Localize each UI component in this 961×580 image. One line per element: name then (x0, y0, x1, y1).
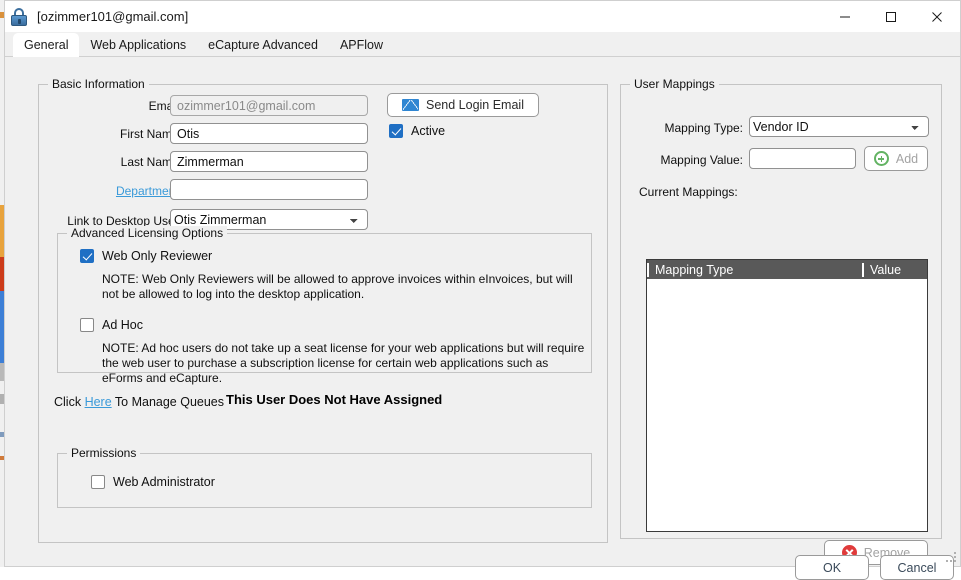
title-bar: [ozimmer101@gmail.com] (5, 1, 960, 32)
manage-queues-prefix: Click (54, 395, 85, 409)
add-mapping-button[interactable]: Add (864, 146, 928, 171)
first-name-field[interactable] (170, 123, 368, 144)
envelope-icon (402, 99, 419, 111)
close-icon[interactable] (914, 1, 960, 32)
queues-status-text: This User Does Not Have Assigned Queues (226, 392, 443, 407)
permissions-group: Permissions Web Administrator (57, 446, 592, 508)
permissions-title: Permissions (67, 446, 141, 460)
window-controls (822, 1, 960, 32)
active-checkbox-row[interactable]: Active (389, 124, 445, 138)
mapping-type-label: Mapping Type: (664, 121, 744, 135)
send-login-email-label: Send Login Email (426, 98, 524, 112)
email-label: Email: (148, 99, 182, 113)
department-field[interactable] (170, 179, 368, 200)
ok-button[interactable]: OK (795, 555, 869, 580)
basic-information-group: Basic Information Email: First Name: Las… (38, 77, 608, 543)
user-mappings-title: User Mappings (630, 77, 719, 91)
mappings-table-header: Mapping Type Value (647, 260, 927, 279)
web-administrator-checkbox-row[interactable]: Web Administrator (91, 475, 215, 489)
ad-hoc-note: NOTE: Ad hoc users do not take up a seat… (102, 341, 585, 385)
mapping-type-select[interactable]: Vendor ID (749, 116, 929, 137)
manage-queues-line: Click Here To Manage Queues (54, 395, 224, 409)
ad-hoc-label: Ad Hoc (102, 318, 143, 332)
cancel-button[interactable]: Cancel (880, 555, 954, 580)
manage-queues-link[interactable]: Here (85, 395, 112, 409)
web-administrator-checkbox[interactable] (91, 475, 105, 489)
mapping-value-label: Mapping Value: (660, 153, 744, 167)
last-name-field[interactable] (170, 151, 368, 172)
tab-ecapture-advanced[interactable]: eCapture Advanced (197, 33, 329, 57)
user-properties-window: [ozimmer101@gmail.com] General Web Appli… (4, 0, 961, 580)
mapping-value-field[interactable] (749, 148, 856, 169)
tab-general[interactable]: General (13, 33, 80, 57)
send-login-email-button[interactable]: Send Login Email (387, 93, 539, 117)
email-field[interactable] (170, 95, 368, 116)
cancel-label: Cancel (897, 560, 937, 575)
manage-queues-suffix: To Manage Queues (111, 395, 225, 409)
window-title: [ozimmer101@gmail.com] (37, 9, 189, 24)
first-name-label: First Name: (119, 127, 182, 141)
web-only-reviewer-checkbox-row[interactable]: Web Only Reviewer (80, 249, 212, 263)
web-only-reviewer-label: Web Only Reviewer (102, 249, 213, 263)
column-header-mapping-type: Mapping Type (647, 262, 862, 277)
add-label: Add (895, 151, 919, 166)
basic-information-title: Basic Information (48, 77, 149, 91)
user-mappings-group: User Mappings Mapping Type: Vendor ID Ma… (620, 77, 942, 565)
advanced-licensing-group: Advanced Licensing Options Web Only Revi… (57, 226, 592, 385)
active-checkbox[interactable] (389, 124, 403, 138)
active-label: Active (411, 124, 446, 138)
ad-hoc-checkbox[interactable] (80, 318, 94, 332)
web-only-reviewer-note: NOTE: Web Only Reviewers will be allowed… (102, 272, 573, 301)
web-only-reviewer-checkbox[interactable] (80, 249, 94, 263)
minimize-icon[interactable] (822, 1, 868, 32)
tab-apflow[interactable]: APFlow (329, 33, 394, 57)
maximize-icon[interactable] (868, 1, 914, 32)
department-link[interactable]: Department: (57, 184, 182, 198)
plus-circle-icon (873, 151, 889, 166)
ok-label: OK (822, 560, 842, 575)
ad-hoc-checkbox-row[interactable]: Ad Hoc (80, 318, 143, 332)
last-name-label: Last Name: (120, 155, 182, 169)
tab-bar: General Web Applications eCapture Advanc… (5, 32, 960, 57)
resize-grip[interactable] (945, 551, 957, 563)
advanced-licensing-title: Advanced Licensing Options (67, 226, 228, 240)
current-mappings-label: Current Mappings: (639, 185, 738, 199)
lock-icon (10, 7, 28, 27)
web-administrator-label: Web Administrator (113, 475, 215, 489)
column-header-value: Value (862, 262, 927, 277)
tab-content-general: Basic Information Email: First Name: Las… (5, 57, 960, 580)
current-mappings-list[interactable]: Mapping Type Value (646, 259, 928, 532)
tab-web-applications[interactable]: Web Applications (79, 33, 197, 57)
